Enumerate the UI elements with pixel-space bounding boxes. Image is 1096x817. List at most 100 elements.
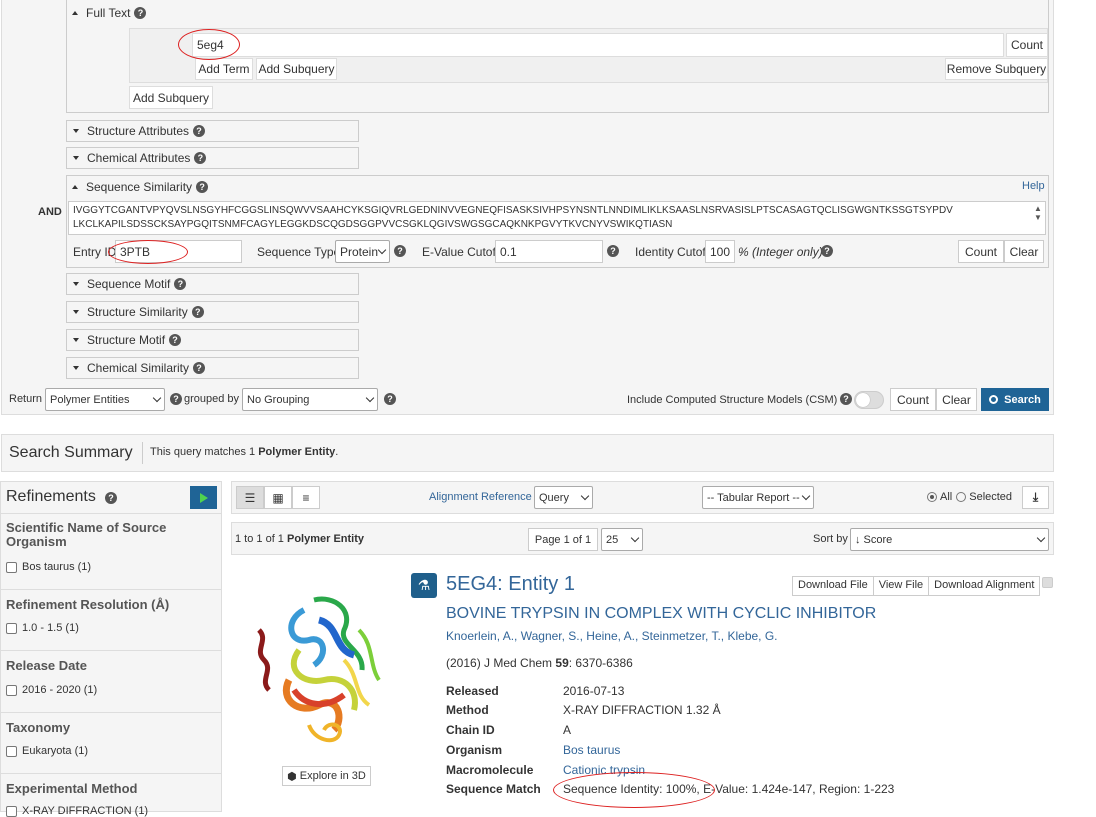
radio-selected[interactable] <box>956 492 967 502</box>
compact-view-button[interactable]: ≡ <box>292 486 320 509</box>
sequence-count-button[interactable]: Count <box>958 240 1004 263</box>
sequence-type-select[interactable]: Protein <box>335 240 390 263</box>
help-icon[interactable]: ? <box>196 181 209 193</box>
add-term-button[interactable]: Add Term <box>195 58 253 80</box>
collapse-icon <box>72 185 78 189</box>
summary-text-bold: Polymer Entity <box>258 446 336 458</box>
chevron-down-icon <box>152 393 162 402</box>
protein-structure-image[interactable] <box>244 590 399 755</box>
help-icon[interactable]: ? <box>840 393 852 405</box>
refinement-option[interactable]: X-RAY DIFFRACTION (1) <box>6 805 148 817</box>
help-icon[interactable]: ? <box>194 152 207 164</box>
full-text-term-input[interactable]: 5eg4 <box>192 33 1004 57</box>
help-icon[interactable]: ? <box>170 393 182 405</box>
flask-icon: ⚗ <box>411 573 437 598</box>
refinement-group-title: Experimental Method <box>6 781 138 796</box>
alignment-reference-link[interactable]: Alignment Reference <box>429 491 532 503</box>
result-select-checkbox[interactable] <box>1042 577 1053 588</box>
help-icon[interactable]: ? <box>607 245 619 257</box>
chevron-down-icon <box>801 491 811 500</box>
macromolecule-label: Macromolecule <box>446 763 534 777</box>
report-select[interactable]: -- Tabular Report -- <box>702 486 814 509</box>
textarea-scrollbar[interactable]: ▲ ▼ <box>1033 204 1043 232</box>
help-icon[interactable]: ? <box>384 393 396 405</box>
help-icon[interactable]: ? <box>821 245 833 257</box>
evalue-input[interactable]: 0.1 <box>495 240 603 263</box>
csm-toggle[interactable] <box>854 391 884 409</box>
identity-input[interactable]: 100 <box>705 240 735 263</box>
method-label: Method <box>446 703 489 717</box>
alignment-reference-select[interactable]: Query <box>534 486 593 509</box>
separator <box>0 712 221 713</box>
page-size-value: 25 <box>606 533 619 546</box>
grid-view-button[interactable]: ▦ <box>264 486 292 509</box>
sequence-line: LKCLKAPILSDSSCKSAYPGQITSNMFCAGYLEGGKDSCQ… <box>73 219 673 230</box>
full-text-header[interactable]: Full Text ? <box>70 5 147 21</box>
remove-subquery-button[interactable]: Remove Subquery <box>945 58 1048 80</box>
help-icon[interactable]: ? <box>169 334 182 346</box>
return-type-select[interactable]: Polymer Entities <box>45 388 165 411</box>
result-authors[interactable]: Knoerlein, A., Wagner, S., Heine, A., St… <box>446 629 778 643</box>
download-button-group: Download File View File Download Alignme… <box>792 576 1041 596</box>
download-results-button[interactable]: ⤓ <box>1022 486 1049 509</box>
refinement-option[interactable]: Eukaryota (1) <box>6 745 88 757</box>
sequence-motif-section[interactable]: Sequence Motif? <box>66 273 359 295</box>
help-icon[interactable]: ? <box>193 362 206 374</box>
separator <box>0 650 221 651</box>
sequence-similarity-header[interactable]: Sequence Similarity ? <box>70 179 209 195</box>
main-count-button[interactable]: Count <box>890 388 936 411</box>
apply-refinements-button[interactable] <box>190 486 217 509</box>
view-file-button[interactable]: View File <box>873 576 930 596</box>
organism-link[interactable]: Bos taurus <box>563 743 620 757</box>
sequence-clear-button[interactable]: Clear <box>1004 240 1044 263</box>
structure-attributes-section[interactable]: Structure Attributes? <box>66 120 359 142</box>
help-icon[interactable]: ? <box>191 306 204 318</box>
help-icon[interactable]: ? <box>394 245 406 257</box>
download-icon: ⤓ <box>1032 490 1039 504</box>
page-size-select[interactable]: 25 <box>601 528 643 551</box>
checkbox[interactable] <box>6 622 17 634</box>
help-icon[interactable]: ? <box>105 492 117 504</box>
full-text-title: Full Text <box>86 6 131 20</box>
help-icon[interactable]: ? <box>193 125 206 137</box>
add-subquery-inner-button[interactable]: Add Subquery <box>256 58 337 80</box>
full-text-count-button[interactable]: Count <box>1006 33 1048 57</box>
search-button[interactable]: Search <box>981 388 1049 411</box>
refinement-option[interactable]: 1.0 - 1.5 (1) <box>6 622 79 634</box>
page-indicator[interactable]: Page 1 of 1 <box>528 528 598 551</box>
organism-label: Organism <box>446 743 503 757</box>
add-subquery-outer-button[interactable]: Add Subquery <box>129 86 213 109</box>
help-link[interactable]: Help <box>1022 180 1045 192</box>
structure-similarity-section[interactable]: Structure Similarity? <box>66 301 359 323</box>
list-view-button[interactable]: ☰ <box>236 486 264 509</box>
macromolecule-link[interactable]: Cationic trypsin <box>563 763 645 777</box>
main-clear-button[interactable]: Clear <box>936 388 977 411</box>
result-title[interactable]: 5EG4: Entity 1 <box>446 573 575 596</box>
help-icon[interactable]: ? <box>174 278 187 290</box>
structure-motif-section[interactable]: Structure Motif? <box>66 329 359 351</box>
checkbox[interactable] <box>6 561 17 573</box>
sequence-type-label: Sequence Type <box>257 245 341 259</box>
checkbox[interactable] <box>6 684 17 696</box>
checkbox[interactable] <box>6 745 17 757</box>
help-icon[interactable]: ? <box>134 7 147 19</box>
sequence-textarea[interactable]: IVGGYTCGANTVPYQVSLNSGYHFCGGSLINSQWVVSAAH… <box>68 201 1046 235</box>
list-view-icon: ☰ <box>244 490 256 505</box>
checkbox[interactable] <box>6 805 17 817</box>
chemical-attributes-section[interactable]: Chemical Attributes? <box>66 147 359 169</box>
section-label: Chemical Similarity <box>87 361 190 375</box>
radio-all[interactable] <box>927 492 937 502</box>
chemical-similarity-section[interactable]: Chemical Similarity? <box>66 357 359 379</box>
grouping-select[interactable]: No Grouping <box>242 388 378 411</box>
explore-3d-label: Explore in 3D <box>299 770 366 782</box>
refinement-option[interactable]: Bos taurus (1) <box>6 561 91 573</box>
download-alignment-button[interactable]: Download Alignment <box>929 576 1041 596</box>
chevron-down-icon <box>1036 533 1046 542</box>
refinement-option[interactable]: 2016 - 2020 (1) <box>6 684 97 696</box>
section-label: Structure Attributes <box>87 124 190 138</box>
entry-id-input[interactable]: 3PTB <box>115 240 242 263</box>
download-file-button[interactable]: Download File <box>792 576 874 596</box>
explore-3d-button[interactable]: ⬢ Explore in 3D <box>282 766 371 786</box>
result-subtitle[interactable]: BOVINE TRYPSIN IN COMPLEX WITH CYCLIC IN… <box>446 605 876 623</box>
sort-select[interactable]: ↓ Score <box>850 528 1049 551</box>
